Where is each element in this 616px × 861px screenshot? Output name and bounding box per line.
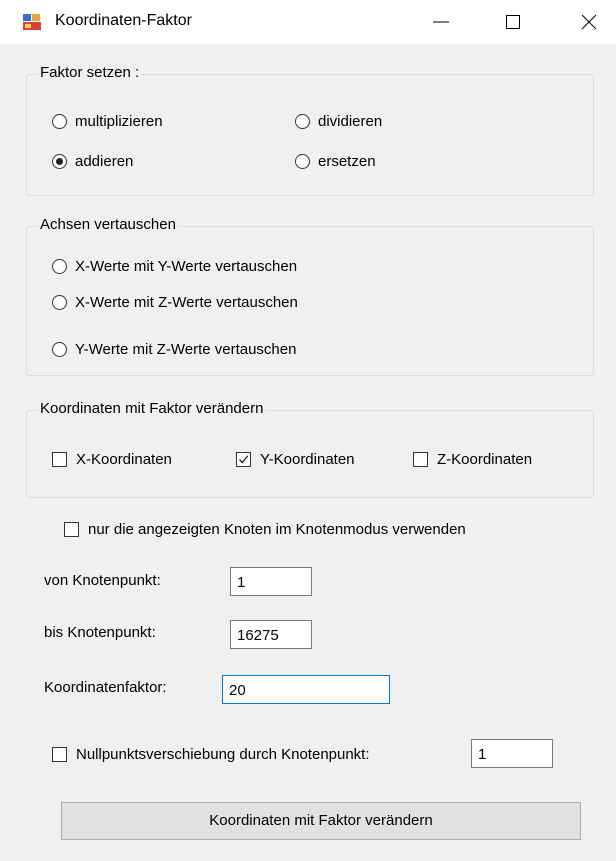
radio-dividieren[interactable]: dividieren (295, 113, 382, 130)
radio-multiplizieren[interactable]: multiplizieren (52, 113, 163, 130)
radio-label: addieren (75, 153, 134, 170)
radio-addieren[interactable]: addieren (52, 153, 133, 170)
checkbox-nullpunkt[interactable]: Nullpunktsverschiebung durch Knotenpunkt… (52, 746, 370, 763)
checkbox[interactable] (64, 522, 79, 537)
koordinaten-faktor-legend: Koordinaten mit Faktor verändern (38, 400, 266, 417)
checkbox-checked[interactable] (236, 452, 251, 467)
von-knotenpunkt-input[interactable]: 1 (230, 567, 312, 596)
radio-label: X-Werte mit Y-Werte vertauschen (75, 258, 298, 275)
radio-swap-xy[interactable]: X-Werte mit Y-Werte vertauschen (52, 258, 297, 275)
radio-button[interactable] (52, 342, 67, 357)
radio-label: Y-Werte mit Z-Werte vertauschen (75, 341, 297, 358)
radio-label: multiplizieren (75, 113, 163, 130)
maximize-button[interactable] (490, 0, 536, 44)
checkbox-label: Z-Koordinaten (437, 451, 533, 468)
checkbox-y-koordinaten[interactable]: Y-Koordinaten (236, 451, 355, 468)
radio-button[interactable] (295, 154, 310, 169)
radio-button[interactable] (52, 114, 67, 129)
koordinatenfaktor-input[interactable]: 20 (222, 675, 390, 704)
radio-label: X-Werte mit Z-Werte vertauschen (75, 294, 298, 311)
radio-swap-xz[interactable]: X-Werte mit Z-Werte vertauschen (52, 294, 298, 311)
close-icon (581, 14, 597, 30)
checkbox[interactable] (413, 452, 428, 467)
close-button[interactable] (566, 0, 612, 44)
radio-label: dividieren (318, 113, 383, 130)
checkbox[interactable] (52, 747, 67, 762)
checkbox-label: nur die angezeigten Knoten im Knotenmodu… (88, 521, 466, 538)
maximize-icon (506, 15, 520, 29)
checkbox-nur-knoten[interactable]: nur die angezeigten Knoten im Knotenmodu… (64, 521, 466, 538)
title-bar: Koordinaten-Faktor (0, 0, 616, 44)
radio-button-selected[interactable] (52, 154, 67, 169)
radio-button[interactable] (295, 114, 310, 129)
koordinatenfaktor-label: Koordinatenfaktor: (44, 679, 167, 696)
radio-swap-yz[interactable]: Y-Werte mit Z-Werte vertauschen (52, 341, 296, 358)
von-knotenpunkt-label: von Knotenpunkt: (44, 572, 161, 589)
radio-label: ersetzen (318, 153, 376, 170)
radio-button[interactable] (52, 259, 67, 274)
checkbox-x-koordinaten[interactable]: X-Koordinaten (52, 451, 172, 468)
bis-knotenpunkt-input[interactable]: 16275 (230, 620, 312, 649)
apply-faktor-button[interactable]: Koordinaten mit Faktor verändern (61, 802, 581, 840)
nullpunkt-knotenpunkt-input[interactable]: 1 (471, 739, 553, 768)
checkmark-icon (239, 455, 249, 464)
app-icon (23, 14, 41, 30)
checkbox[interactable] (52, 452, 67, 467)
radio-ersetzen[interactable]: ersetzen (295, 153, 376, 170)
window-title: Koordinaten-Faktor (55, 12, 192, 29)
faktor-setzen-legend: Faktor setzen : (38, 64, 142, 81)
achsen-vertauschen-legend: Achsen vertauschen (38, 216, 178, 233)
checkbox-label: Nullpunktsverschiebung durch Knotenpunkt… (76, 746, 370, 763)
checkbox-label: X-Koordinaten (76, 451, 172, 468)
minimize-button[interactable] (418, 0, 464, 44)
radio-button[interactable] (52, 295, 67, 310)
checkbox-z-koordinaten[interactable]: Z-Koordinaten (413, 451, 532, 468)
bis-knotenpunkt-label: bis Knotenpunkt: (44, 624, 156, 641)
checkbox-label: Y-Koordinaten (260, 451, 355, 468)
minimize-icon (433, 21, 449, 23)
faktor-setzen-group (26, 74, 594, 196)
